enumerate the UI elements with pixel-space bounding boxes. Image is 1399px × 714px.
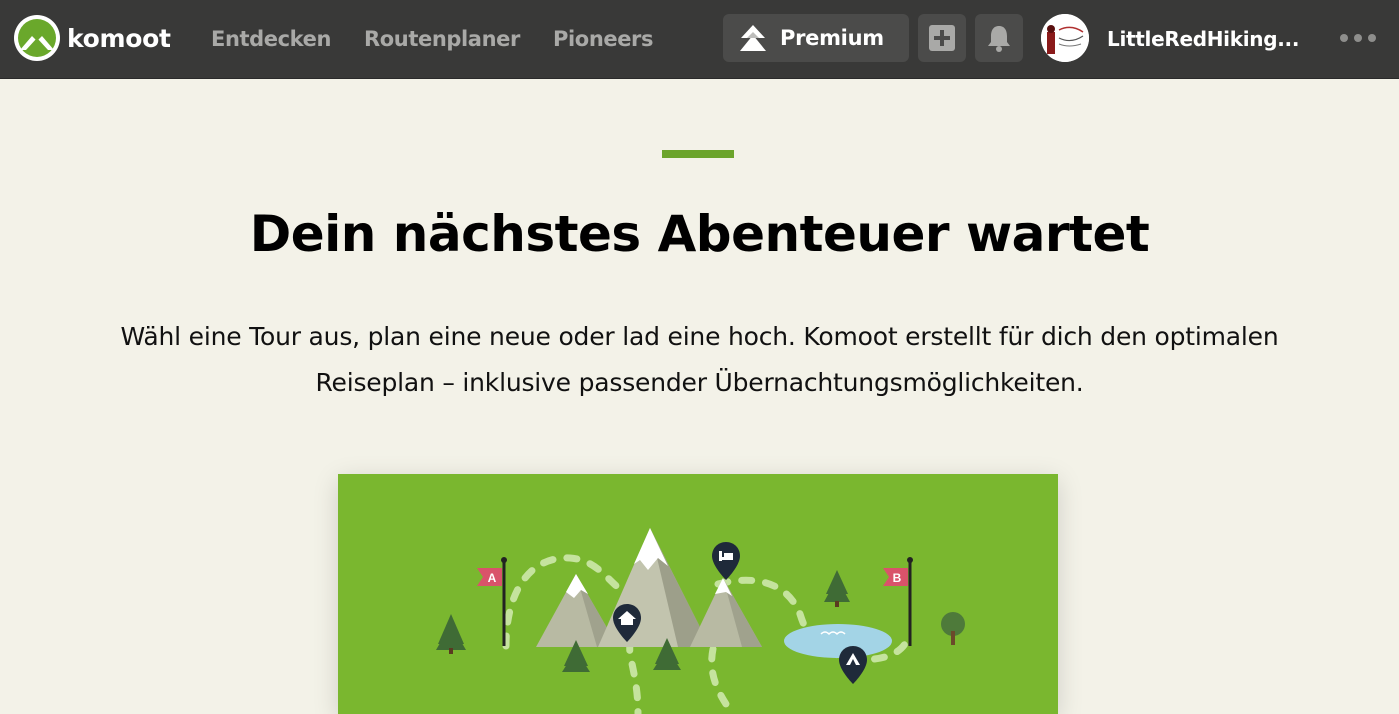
flag-a-label: A bbox=[488, 571, 497, 585]
nav-routenplaner[interactable]: Routenplaner bbox=[364, 27, 520, 51]
adventure-map-illustration: A B bbox=[436, 528, 965, 714]
notifications-button[interactable] bbox=[975, 14, 1023, 62]
tree bbox=[436, 614, 466, 654]
bed-pin-icon bbox=[712, 542, 740, 580]
premium-button[interactable]: Premium bbox=[723, 14, 909, 62]
subtitle-line-2: Reiseplan – inklusive passender Übernach… bbox=[315, 368, 1084, 397]
plus-icon bbox=[929, 25, 955, 51]
top-navigation-bar: komoot Entdecken Routenplaner Pioneers P… bbox=[0, 0, 1399, 79]
accent-divider bbox=[662, 150, 734, 158]
profile-picture-icon bbox=[1041, 14, 1089, 62]
komoot-logo[interactable]: komoot bbox=[13, 14, 171, 62]
hero-illustration: A B bbox=[338, 474, 1058, 714]
create-button[interactable] bbox=[918, 14, 966, 62]
dot bbox=[1368, 34, 1376, 42]
avatar[interactable] bbox=[1041, 14, 1089, 62]
more-dots-icon[interactable] bbox=[1340, 26, 1376, 50]
komoot-logo-icon bbox=[14, 15, 60, 61]
bell-icon bbox=[988, 26, 1010, 52]
premium-label: Premium bbox=[780, 26, 884, 50]
page-subtitle: Wähl eine Tour aus, plan eine neue oder … bbox=[60, 314, 1339, 406]
username[interactable]: LittleRedHiking... bbox=[1107, 27, 1299, 51]
dot bbox=[1354, 34, 1362, 42]
logo-wordmark: komoot bbox=[67, 23, 171, 53]
nav-entdecken[interactable]: Entdecken bbox=[211, 27, 331, 51]
nav-pioneers[interactable]: Pioneers bbox=[553, 27, 654, 51]
tent-pin-icon bbox=[839, 646, 867, 684]
page-title: Dein nächstes Abenteuer wartet bbox=[249, 205, 1150, 263]
dot bbox=[1340, 34, 1348, 42]
flag-b-label: B bbox=[893, 571, 902, 585]
premium-mountain-icon bbox=[740, 25, 766, 51]
subtitle-line-1: Wähl eine Tour aus, plan eine neue oder … bbox=[120, 322, 1279, 351]
